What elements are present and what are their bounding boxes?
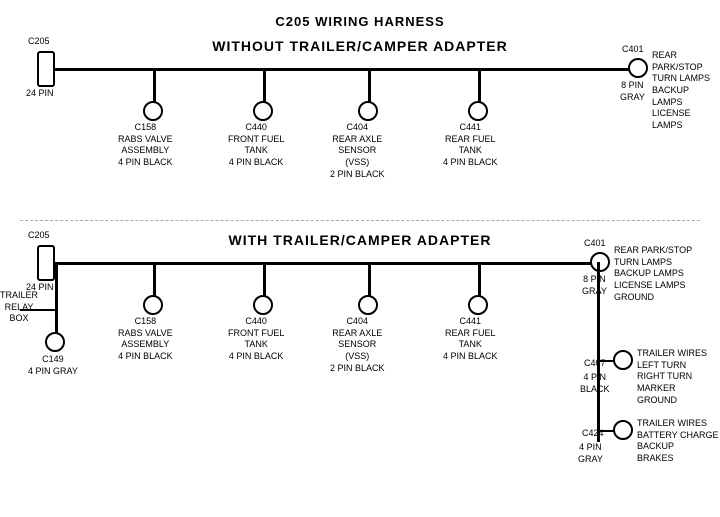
top-section-label: WITHOUT TRAILER/CAMPER ADAPTER <box>120 38 600 54</box>
top-c404-label: C404REAR AXLESENSOR(VSS)2 PIN BLACK <box>330 122 385 180</box>
top-c158-vline <box>153 68 156 103</box>
top-c401-pin: 8 PINGRAY <box>620 80 645 103</box>
bottom-c404-connector <box>358 295 378 315</box>
bottom-relay-vline <box>55 262 58 312</box>
top-c404-vline <box>368 68 371 103</box>
bottom-main-line <box>55 262 600 265</box>
bottom-section-label: WITH TRAILER/CAMPER ADAPTER <box>100 232 620 248</box>
wiring-diagram: C205 WIRING HARNESS WITHOUT TRAILER/CAMP… <box>0 0 720 500</box>
bottom-c440-connector <box>253 295 273 315</box>
top-c401-id: C401 <box>622 44 644 56</box>
top-c440-label: C440FRONT FUELTANK4 PIN BLACK <box>228 122 284 169</box>
top-c205-pin: 24 PIN <box>26 88 54 100</box>
bottom-c205-id: C205 <box>28 230 50 242</box>
top-c205-connector <box>37 51 55 87</box>
bottom-c149-vline <box>55 309 58 334</box>
bottom-c441-label: C441REAR FUELTANK4 PIN BLACK <box>443 316 498 363</box>
bottom-c401-desc: REAR PARK/STOPTURN LAMPSBACKUP LAMPSLICE… <box>614 245 692 303</box>
top-c404-connector <box>358 101 378 121</box>
bottom-c440-vline <box>263 262 266 297</box>
top-c158-connector <box>143 101 163 121</box>
top-c441-vline <box>478 68 481 103</box>
bottom-c401-id: C401 <box>584 238 606 250</box>
bottom-c407-id: C407 <box>584 358 606 370</box>
bottom-c407-desc: TRAILER WIRESLEFT TURNRIGHT TURNMARKERGR… <box>637 348 707 406</box>
top-c440-connector <box>253 101 273 121</box>
bottom-c424-desc: TRAILER WIRESBATTERY CHARGEBACKUPBRAKES <box>637 418 719 465</box>
bottom-c441-connector <box>468 295 488 315</box>
top-c205-id: C205 <box>28 36 50 48</box>
bottom-c158-label: C158RABS VALVEASSEMBLY4 PIN BLACK <box>118 316 173 363</box>
bottom-c401-pin: 8 PINGRAY <box>582 274 607 297</box>
bottom-c424-pin: 4 PINGRAY <box>578 442 603 465</box>
top-c401-connector <box>628 58 648 78</box>
bottom-c404-label: C404REAR AXLESENSOR(VSS)2 PIN BLACK <box>330 316 385 374</box>
bottom-c158-connector <box>143 295 163 315</box>
bottom-c149-label: C1494 PIN GRAY <box>28 354 78 377</box>
top-c158-label: C158RABS VALVEASSEMBLY4 PIN BLACK <box>118 122 173 169</box>
bottom-right-vline <box>597 262 600 442</box>
bottom-c401-connector <box>590 252 610 272</box>
bottom-c404-vline <box>368 262 371 297</box>
bottom-c441-vline <box>478 262 481 297</box>
top-c441-label: C441REAR FUELTANK4 PIN BLACK <box>443 122 498 169</box>
bottom-c149-connector <box>45 332 65 352</box>
bottom-c440-label: C440FRONT FUELTANK4 PIN BLACK <box>228 316 284 363</box>
bottom-relay-label: TRAILERRELAYBOX <box>0 290 38 325</box>
section-divider <box>20 220 700 221</box>
page-title: C205 WIRING HARNESS <box>0 6 720 29</box>
bottom-c407-pin: 4 PINBLACK <box>580 372 610 395</box>
top-c440-vline <box>263 68 266 103</box>
top-c441-connector <box>468 101 488 121</box>
top-c401-desc: REAR PARK/STOPTURN LAMPSBACKUP LAMPSLICE… <box>652 50 720 132</box>
bottom-c205-connector <box>37 245 55 281</box>
top-main-line <box>55 68 645 71</box>
bottom-c407-connector <box>613 350 633 370</box>
bottom-c424-id: C424 <box>582 428 604 440</box>
bottom-c424-connector <box>613 420 633 440</box>
bottom-c158-vline <box>153 262 156 297</box>
